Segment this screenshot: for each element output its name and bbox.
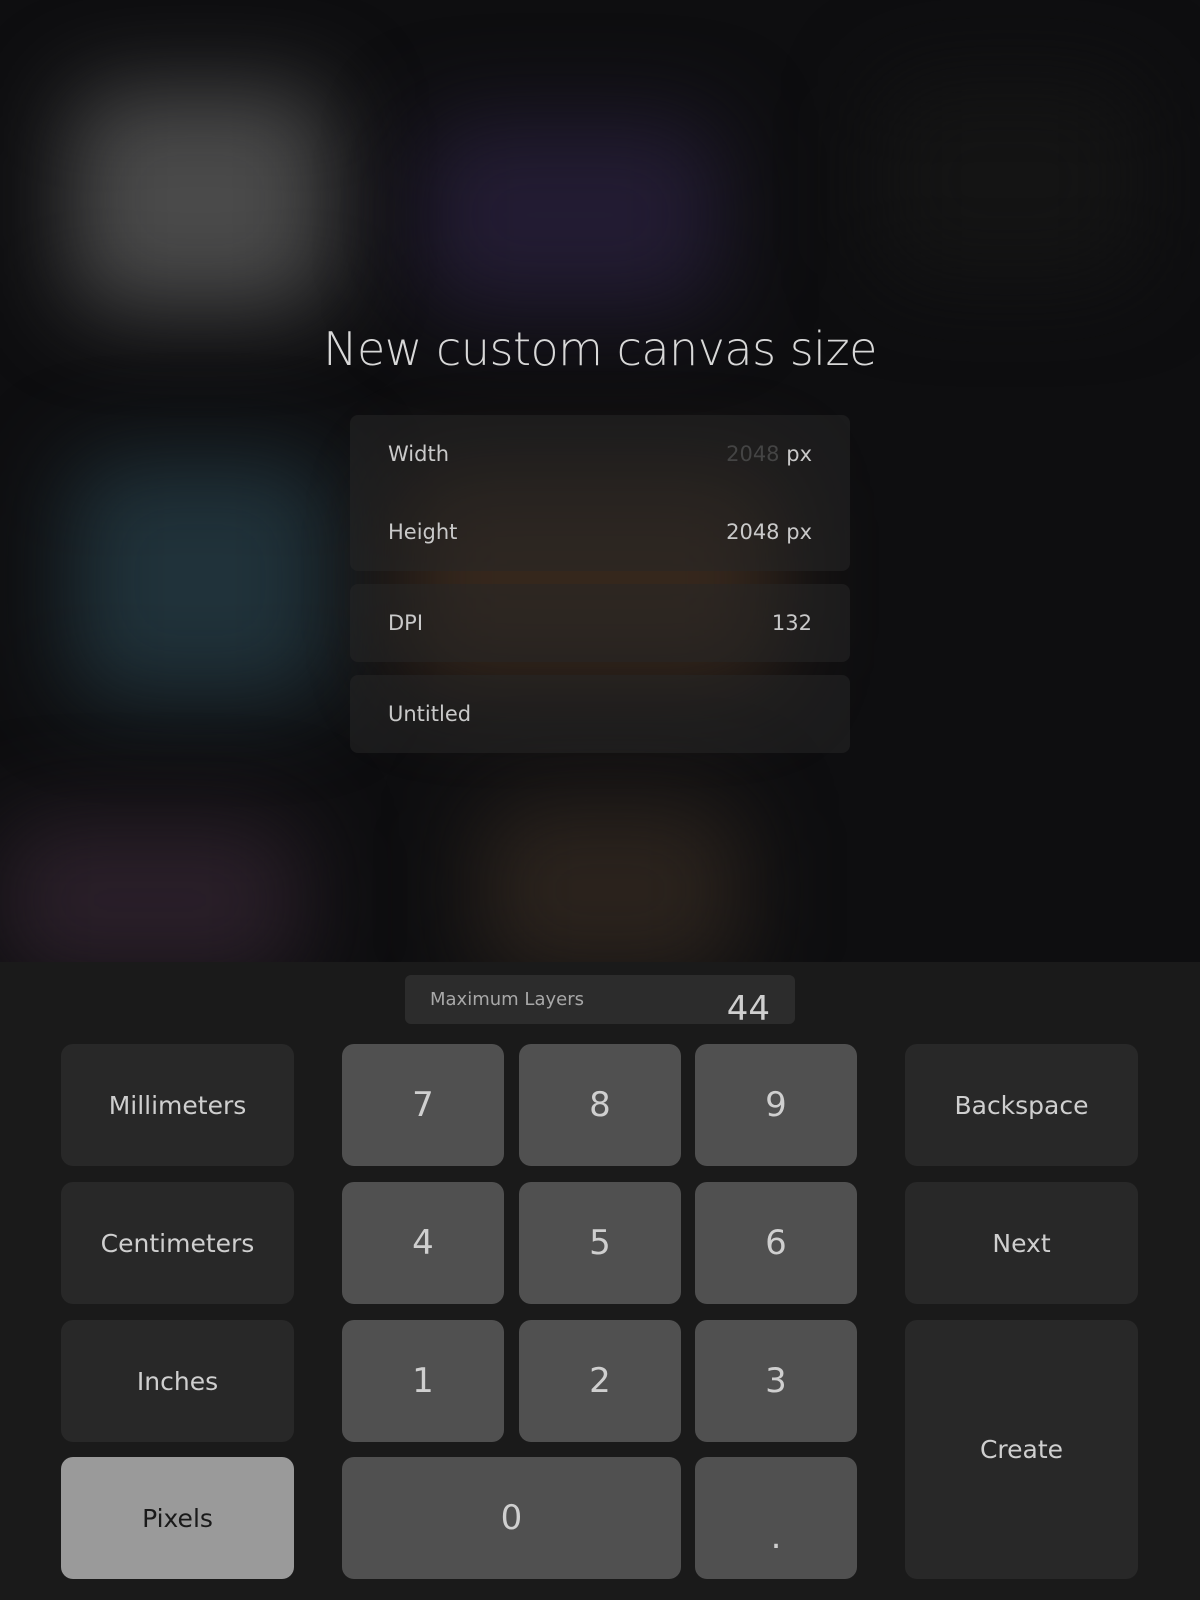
numeric-keyboard: Maximum Layers 44 Millimeters Centimeter… bbox=[0, 962, 1200, 1600]
height-label: Height bbox=[388, 520, 458, 544]
unit-inches-button[interactable]: Inches bbox=[61, 1320, 294, 1442]
next-button[interactable]: Next bbox=[905, 1182, 1138, 1304]
key-9[interactable]: 9 bbox=[695, 1044, 857, 1166]
unit-centimeters-button[interactable]: Centimeters bbox=[61, 1182, 294, 1304]
maximum-layers-label: Maximum Layers bbox=[430, 989, 584, 1010]
key-decimal[interactable]: . bbox=[695, 1457, 857, 1579]
key-1[interactable]: 1 bbox=[342, 1320, 504, 1442]
key-6[interactable]: 6 bbox=[695, 1182, 857, 1304]
maximum-layers-indicator: Maximum Layers 44 bbox=[405, 975, 795, 1029]
blurred-artwork bbox=[70, 460, 330, 700]
dialog-title: New custom canvas size bbox=[323, 322, 877, 376]
backspace-button[interactable]: Backspace bbox=[905, 1044, 1138, 1166]
key-2[interactable]: 2 bbox=[519, 1320, 681, 1442]
width-label: Width bbox=[388, 442, 450, 466]
height-unit: px bbox=[786, 520, 812, 544]
dpi-field[interactable]: DPI 132 bbox=[350, 584, 850, 662]
key-8[interactable]: 8 bbox=[519, 1044, 681, 1166]
create-button[interactable]: Create bbox=[905, 1320, 1138, 1579]
key-0[interactable]: 0 bbox=[342, 1457, 681, 1579]
key-5[interactable]: 5 bbox=[519, 1182, 681, 1304]
blurred-artwork bbox=[420, 120, 720, 310]
width-value: 2048 bbox=[726, 442, 780, 466]
key-3[interactable]: 3 bbox=[695, 1320, 857, 1442]
blurred-artwork bbox=[70, 90, 330, 310]
height-value: 2048 bbox=[726, 520, 780, 544]
decimal-point-label: . bbox=[770, 1517, 782, 1557]
dpi-label: DPI bbox=[388, 611, 424, 635]
key-7[interactable]: 7 bbox=[342, 1044, 504, 1166]
height-field[interactable]: Height 2048 px bbox=[388, 520, 812, 544]
width-field[interactable]: Width 2048 px bbox=[388, 442, 812, 466]
blurred-artwork bbox=[480, 800, 740, 962]
blurred-artwork bbox=[880, 80, 1140, 280]
width-unit: px bbox=[786, 442, 812, 466]
blurred-artwork bbox=[0, 820, 300, 962]
dimensions-card: Width 2048 px Height 2048 px bbox=[350, 415, 850, 571]
canvas-name-value: Untitled bbox=[388, 702, 472, 726]
dpi-value: 132 bbox=[771, 611, 812, 635]
unit-pixels-button[interactable]: Pixels bbox=[61, 1457, 294, 1579]
unit-millimeters-button[interactable]: Millimeters bbox=[61, 1044, 294, 1166]
canvas-name-field[interactable]: Untitled bbox=[350, 675, 850, 753]
key-4[interactable]: 4 bbox=[342, 1182, 504, 1304]
maximum-layers-value: 44 bbox=[726, 989, 770, 1029]
